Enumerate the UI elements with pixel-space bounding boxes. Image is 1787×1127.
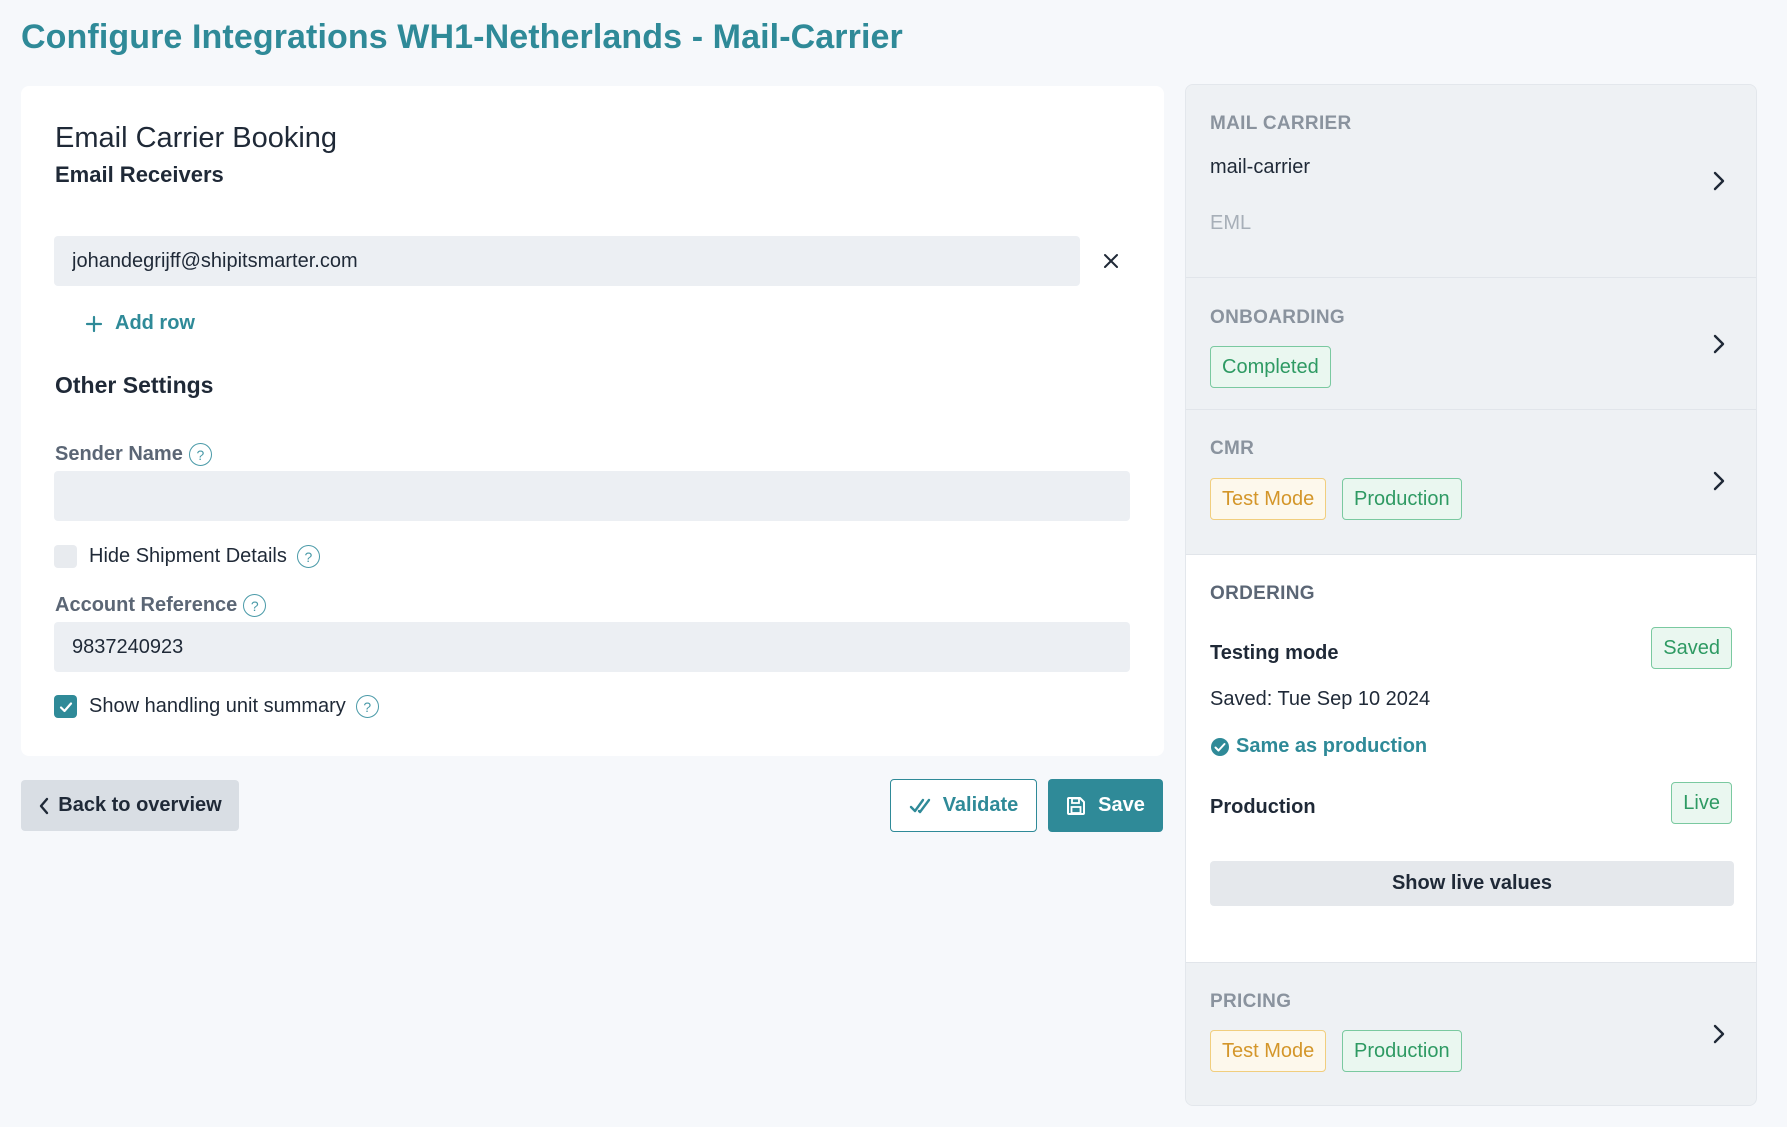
- pricing-production-badge: Production: [1342, 1030, 1462, 1072]
- double-check-icon: [909, 798, 930, 813]
- cmr-heading: CMR: [1210, 438, 1255, 459]
- carrier-code: EML: [1210, 212, 1252, 234]
- cmr-production-badge: Production: [1342, 478, 1462, 520]
- back-to-overview-button[interactable]: Back to overview: [21, 780, 239, 831]
- ordering-heading: ORDERING: [1210, 583, 1315, 604]
- validate-button[interactable]: Validate: [890, 779, 1037, 832]
- remove-row-button[interactable]: [1090, 240, 1132, 282]
- onboarding-status-badge: Completed: [1210, 346, 1331, 388]
- help-icon[interactable]: ?: [188, 443, 212, 466]
- save-button[interactable]: Save: [1048, 779, 1163, 832]
- integration-status-panel: MAIL CARRIER mail-carrier EML ONBOARDING…: [1185, 84, 1757, 1106]
- testing-mode-label: Testing mode: [1210, 642, 1339, 664]
- hide-shipment-details-row: Hide Shipment Details ?: [54, 545, 320, 568]
- chevron-left-icon: [40, 797, 49, 814]
- close-icon: [1104, 254, 1118, 268]
- sender-name-label: Sender Name ?: [55, 443, 212, 466]
- cmr-test-mode-badge: Test Mode: [1210, 478, 1327, 520]
- pricing-test-mode-badge: Test Mode: [1210, 1030, 1327, 1072]
- chevron-right-icon[interactable]: [1708, 170, 1730, 192]
- hide-shipment-details-checkbox[interactable]: [54, 545, 77, 568]
- production-label: Production: [1210, 796, 1316, 818]
- ordering-section: ORDERING Testing mode Saved Saved: Tue S…: [1186, 555, 1756, 963]
- add-row-button[interactable]: Add row: [85, 312, 195, 335]
- onboarding-heading: ONBOARDING: [1210, 307, 1345, 328]
- same-as-production-label: Same as production: [1236, 735, 1428, 757]
- same-as-production-indicator: Same as production: [1210, 735, 1427, 758]
- help-icon[interactable]: ?: [296, 545, 320, 568]
- email-receiver-input[interactable]: [54, 236, 1080, 286]
- form-title: Email Carrier Booking: [55, 122, 338, 154]
- handling-unit-summary-checkbox[interactable]: [54, 695, 77, 718]
- mail-carrier-heading: MAIL CARRIER: [1210, 113, 1352, 134]
- validate-label: Validate: [942, 794, 1019, 816]
- other-settings-title: Other Settings: [55, 372, 214, 398]
- help-icon[interactable]: ?: [355, 695, 379, 718]
- pricing-heading: PRICING: [1210, 991, 1292, 1012]
- handling-unit-summary-label: Show handling unit summary: [89, 695, 346, 717]
- cmr-section[interactable]: CMR Test Mode Production: [1186, 410, 1756, 555]
- mail-carrier-section[interactable]: MAIL CARRIER mail-carrier EML: [1186, 85, 1756, 278]
- handling-unit-summary-row: Show handling unit summary ?: [54, 695, 379, 718]
- saved-date-text: Saved: Tue Sep 10 2024: [1210, 688, 1431, 710]
- hide-shipment-details-label: Hide Shipment Details: [89, 545, 287, 567]
- plus-icon: [85, 315, 103, 332]
- page-title: Configure Integrations WH1-Netherlands -…: [21, 18, 903, 56]
- sender-name-label-text: Sender Name: [55, 443, 183, 465]
- carrier-name: mail-carrier: [1210, 156, 1310, 178]
- help-icon[interactable]: ?: [243, 594, 267, 617]
- pricing-section[interactable]: PRICING Test Mode Production: [1186, 963, 1756, 1105]
- production-live-badge: Live: [1671, 782, 1732, 824]
- add-row-label: Add row: [115, 312, 195, 334]
- show-live-values-button[interactable]: Show live values: [1210, 861, 1734, 906]
- account-reference-label-text: Account Reference: [55, 594, 238, 616]
- testing-saved-badge: Saved: [1651, 627, 1732, 669]
- checkmark-icon: [59, 701, 72, 712]
- account-reference-label: Account Reference ?: [55, 594, 267, 617]
- save-label: Save: [1098, 794, 1145, 816]
- chevron-right-icon[interactable]: [1708, 470, 1730, 492]
- sender-name-input[interactable]: [54, 471, 1130, 521]
- chevron-right-icon[interactable]: [1708, 1023, 1730, 1045]
- back-to-overview-label: Back to overview: [58, 794, 222, 816]
- integration-form-card: Email Carrier Booking Email Receivers Ad…: [21, 86, 1164, 756]
- account-reference-input[interactable]: [54, 622, 1130, 672]
- email-receivers-label: Email Receivers: [55, 162, 224, 187]
- check-circle-icon: [1211, 737, 1229, 756]
- onboarding-section[interactable]: ONBOARDING Completed: [1186, 278, 1756, 410]
- chevron-right-icon[interactable]: [1708, 333, 1730, 355]
- floppy-disk-icon: [1067, 796, 1086, 815]
